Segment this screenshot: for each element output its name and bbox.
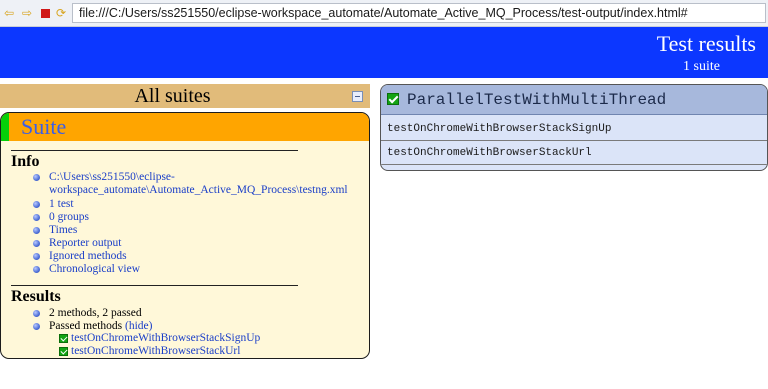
report-header: Test results 1 suite [0, 27, 768, 78]
divider [11, 285, 298, 286]
bullet-icon [33, 323, 40, 330]
address-bar[interactable]: file:///C:/Users/ss251550/eclipse-worksp… [72, 3, 766, 23]
forward-arrow-icon[interactable]: ⇨ [20, 6, 34, 20]
tests-link[interactable]: 1 test [49, 198, 74, 211]
times-link[interactable]: Times [49, 224, 77, 237]
bullet-icon [33, 201, 40, 208]
divider [11, 150, 298, 151]
bullet-icon [33, 174, 40, 181]
test-passed-check-icon [387, 93, 399, 105]
bullet-icon [33, 266, 40, 273]
passed-methods-text: Passed methods [49, 320, 123, 332]
testng-xml-link-cont[interactable]: workspace_automate\Automate_Active_MQ_Pr… [49, 184, 348, 197]
testng-xml-link[interactable]: C:\Users\ss251550\eclipse- [49, 171, 175, 184]
test-method-row[interactable]: testOnChromeWithBrowserStackSignUp [381, 118, 767, 141]
groups-link[interactable]: 0 groups [49, 211, 89, 224]
hide-link[interactable]: (hide) [125, 320, 152, 332]
refresh-icon[interactable]: ⟳ [54, 6, 68, 20]
results-summary: 2 methods, 2 passed [49, 307, 142, 319]
browser-toolbar: ⇦ ⇨ ⟳ file:///C:/Users/ss251550/eclipse-… [0, 0, 768, 27]
reporter-output-link[interactable]: Reporter output [49, 237, 122, 250]
bullet-icon [33, 240, 40, 247]
bullet-icon [33, 310, 40, 317]
suite-panel: Suite Info C:\Users\ss251550\eclipse- wo… [0, 112, 370, 359]
collapse-icon[interactable] [352, 91, 363, 102]
ignored-methods-link[interactable]: Ignored methods [49, 250, 127, 263]
bullet-icon [33, 227, 40, 234]
suite-status-strip [1, 113, 9, 141]
report-title: Test results [656, 31, 756, 56]
suite-count: 1 suite [683, 59, 720, 74]
all-suites-title: All suites [134, 85, 211, 107]
bullet-icon [33, 214, 40, 221]
passed-check-icon [59, 347, 68, 356]
chronological-view-link[interactable]: Chronological view [49, 263, 140, 276]
test-header: ParallelTestWithMultiThread [381, 85, 767, 115]
test-method-row[interactable]: testOnChromeWithBrowserStackUrl [381, 142, 767, 165]
suite-name-link[interactable]: Suite [21, 114, 66, 140]
test-method-label[interactable]: testOnChromeWithBrowserStackSignUp [387, 123, 611, 136]
passed-method-link[interactable]: testOnChromeWithBrowserStackSignUp [71, 332, 260, 345]
test-panel: ParallelTestWithMultiThread testOnChrome… [380, 84, 768, 171]
back-arrow-icon[interactable]: ⇦ [2, 6, 16, 20]
all-suites-bar: All suites [0, 84, 370, 108]
results-heading: Results [11, 288, 61, 305]
suite-header: Suite [1, 113, 369, 141]
test-title[interactable]: ParallelTestWithMultiThread [407, 90, 666, 110]
passed-method-link[interactable]: testOnChromeWithBrowserStackUrl [71, 345, 240, 358]
bullet-icon [33, 253, 40, 260]
stop-icon[interactable] [38, 6, 52, 20]
passed-check-icon [59, 334, 68, 343]
info-heading: Info [11, 153, 40, 170]
test-method-label[interactable]: testOnChromeWithBrowserStackUrl [387, 147, 592, 160]
